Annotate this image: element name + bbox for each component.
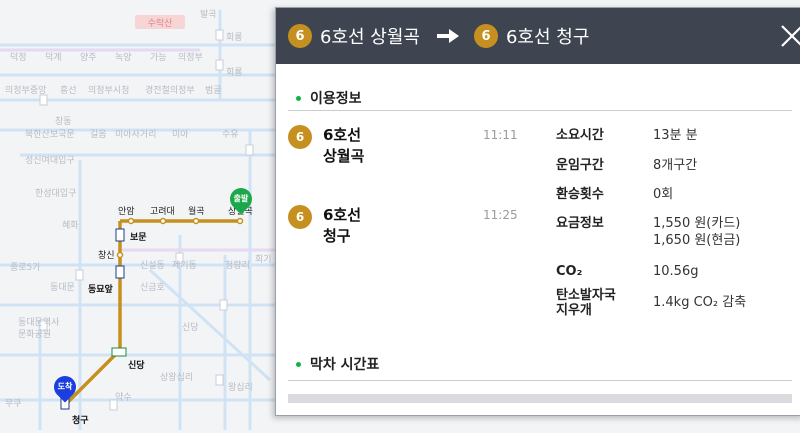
map-faint-label: 덕정 — [10, 52, 27, 63]
map-faint-label: 상왕십리 — [160, 372, 193, 383]
map-faint-label: 한성대입구 — [35, 187, 76, 199]
map-faint-label: 회기 — [255, 254, 272, 265]
map-faint-label: 녹양 — [115, 52, 132, 63]
map-faint-label: 제기동 — [172, 260, 197, 271]
timetable-scroll-bar[interactable] — [288, 394, 792, 403]
map-faint-label: 약수 — [115, 391, 132, 403]
map-faint-label: 혜화 — [62, 219, 79, 231]
map-station-dongmyo[interactable]: 동묘앞 — [88, 283, 114, 295]
transfers-label: 환승횟수 — [556, 187, 604, 202]
map-line-badge: 수락산 — [148, 17, 173, 29]
map-faint-label: 미아 — [172, 129, 189, 140]
map-faint-label: 문화공원 — [18, 329, 51, 340]
co2-value: 10.56g — [653, 264, 699, 279]
fare-label: 요금정보 — [556, 216, 604, 231]
to-line-badge: 6 — [473, 24, 498, 48]
map-faint-label: 종로5가 — [10, 262, 41, 273]
map-faint-label: 수유 — [222, 129, 239, 140]
destination-time: 11:25 — [483, 208, 518, 222]
map-faint-label: 회룡 — [226, 32, 243, 43]
stop-origin: 6 6호선 상월곡 — [288, 125, 364, 167]
duration-value: 13분 분 — [653, 128, 698, 143]
last-train-title-text: 막차 시간표 — [310, 357, 380, 373]
origin-name: 6호선 상월곡 — [323, 125, 364, 167]
start-pin-icon[interactable]: 출발 — [225, 183, 257, 215]
map-faint-label: 의정부 — [178, 52, 203, 63]
bullet-dot-icon — [296, 361, 301, 367]
carbon-offset-label-2: 지우개 — [556, 303, 592, 318]
to-station: 6호선 청구 — [505, 27, 590, 48]
map-faint-label: 동대문 — [50, 282, 75, 293]
map-station-korea-univ[interactable]: 고려대 — [150, 206, 175, 217]
fare-card-value: 1,550 원(카드) — [653, 216, 741, 231]
duration-label: 소요시간 — [556, 128, 604, 143]
map-station-anam[interactable]: 안암 — [118, 205, 135, 217]
usage-info-title: 이용정보 — [296, 88, 362, 108]
map-faint-label: 신당 — [182, 322, 199, 333]
arrow-right-icon — [436, 27, 460, 45]
map-station-cheonggu[interactable]: 청구 — [72, 414, 89, 426]
transfers-value: 0회 — [653, 187, 674, 202]
last-train-title[interactable]: 막차 시간표 — [296, 354, 379, 374]
map-faint-label: 북한산보국문 — [25, 129, 75, 140]
map-faint-label: 가능 — [150, 52, 167, 63]
origin-station-name: 상월곡 — [323, 147, 365, 165]
destination-line-name: 6호선 — [323, 206, 362, 224]
from-station: 6호선 상월곡 — [320, 27, 420, 48]
map-station-wolgok[interactable]: 월곡 — [188, 205, 205, 217]
map-faint-label: 신금호 — [140, 282, 165, 293]
origin-line-badge: 6 — [288, 125, 312, 149]
map-station-changsin[interactable]: 창신 — [98, 250, 115, 261]
map-faint-label: 미아사거리 — [115, 129, 156, 140]
usage-info-title-text: 이용정보 — [310, 91, 362, 107]
map-faint-label: 왕십리 — [228, 382, 253, 393]
map-faint-label: 창동 — [55, 116, 72, 127]
origin-time: 11:11 — [483, 128, 518, 142]
map-faint-label: 발곡 — [200, 9, 217, 20]
map-faint-label: 청량리 — [225, 259, 250, 271]
co2-label: CO₂ — [556, 264, 583, 279]
destination-station-name: 청구 — [323, 227, 351, 245]
map-faint-label: 양주 — [80, 52, 97, 63]
map-faint-label: 흥선 — [60, 84, 77, 96]
carbon-offset-value: 1.4kg CO₂ 감축 — [653, 295, 747, 310]
segments-value: 8개구간 — [653, 158, 698, 173]
map-faint-label: 신설동 — [140, 260, 165, 271]
end-pin-icon[interactable]: 도착 — [49, 371, 81, 403]
map-faint-label: 의정부중앙 — [5, 84, 46, 96]
route-info-panel: 6 6호선 상월곡 6 6호선 청구 이용정보 6 6호선 상월곡 11:11 … — [275, 7, 800, 416]
end-pin-label: 도착 — [57, 382, 73, 391]
origin-line-name: 6호선 — [323, 126, 362, 144]
carbon-offset-label-1: 탄소발자국 — [556, 288, 616, 303]
segments-label: 운임구간 — [556, 158, 604, 173]
stop-destination: 6 6호선 청구 — [288, 205, 361, 247]
map-station-sindang[interactable]: 신당 — [128, 359, 145, 371]
fare-cash-value: 1,650 원(현금) — [653, 233, 741, 248]
divider — [288, 380, 792, 381]
destination-line-badge: 6 — [288, 205, 312, 229]
map-faint-label: 길음 — [90, 129, 107, 140]
map-faint-label: 성신여대입구 — [25, 154, 75, 166]
panel-header: 6 6호선 상월곡 6 6호선 청구 — [276, 8, 800, 64]
from-line-badge: 6 — [288, 24, 312, 48]
start-pin-label: 출발 — [233, 194, 249, 203]
destination-name: 6호선 청구 — [323, 205, 361, 247]
divider — [288, 110, 792, 111]
close-icon[interactable] — [776, 22, 800, 50]
map-faint-label: 무쿠 — [5, 398, 22, 409]
bullet-dot-icon — [296, 95, 301, 101]
map-faint-label: 덕계 — [45, 51, 62, 63]
map-faint-label: 의정부시청 — [88, 85, 129, 96]
map-faint-label: 동대문역사 — [18, 317, 60, 328]
map-faint-label: 범골 — [205, 85, 222, 96]
map-station-bomun[interactable]: 보문 — [130, 232, 147, 243]
map-faint-label: 경전철의정부 — [145, 84, 195, 96]
map-faint-label: 회룡 — [226, 67, 243, 78]
